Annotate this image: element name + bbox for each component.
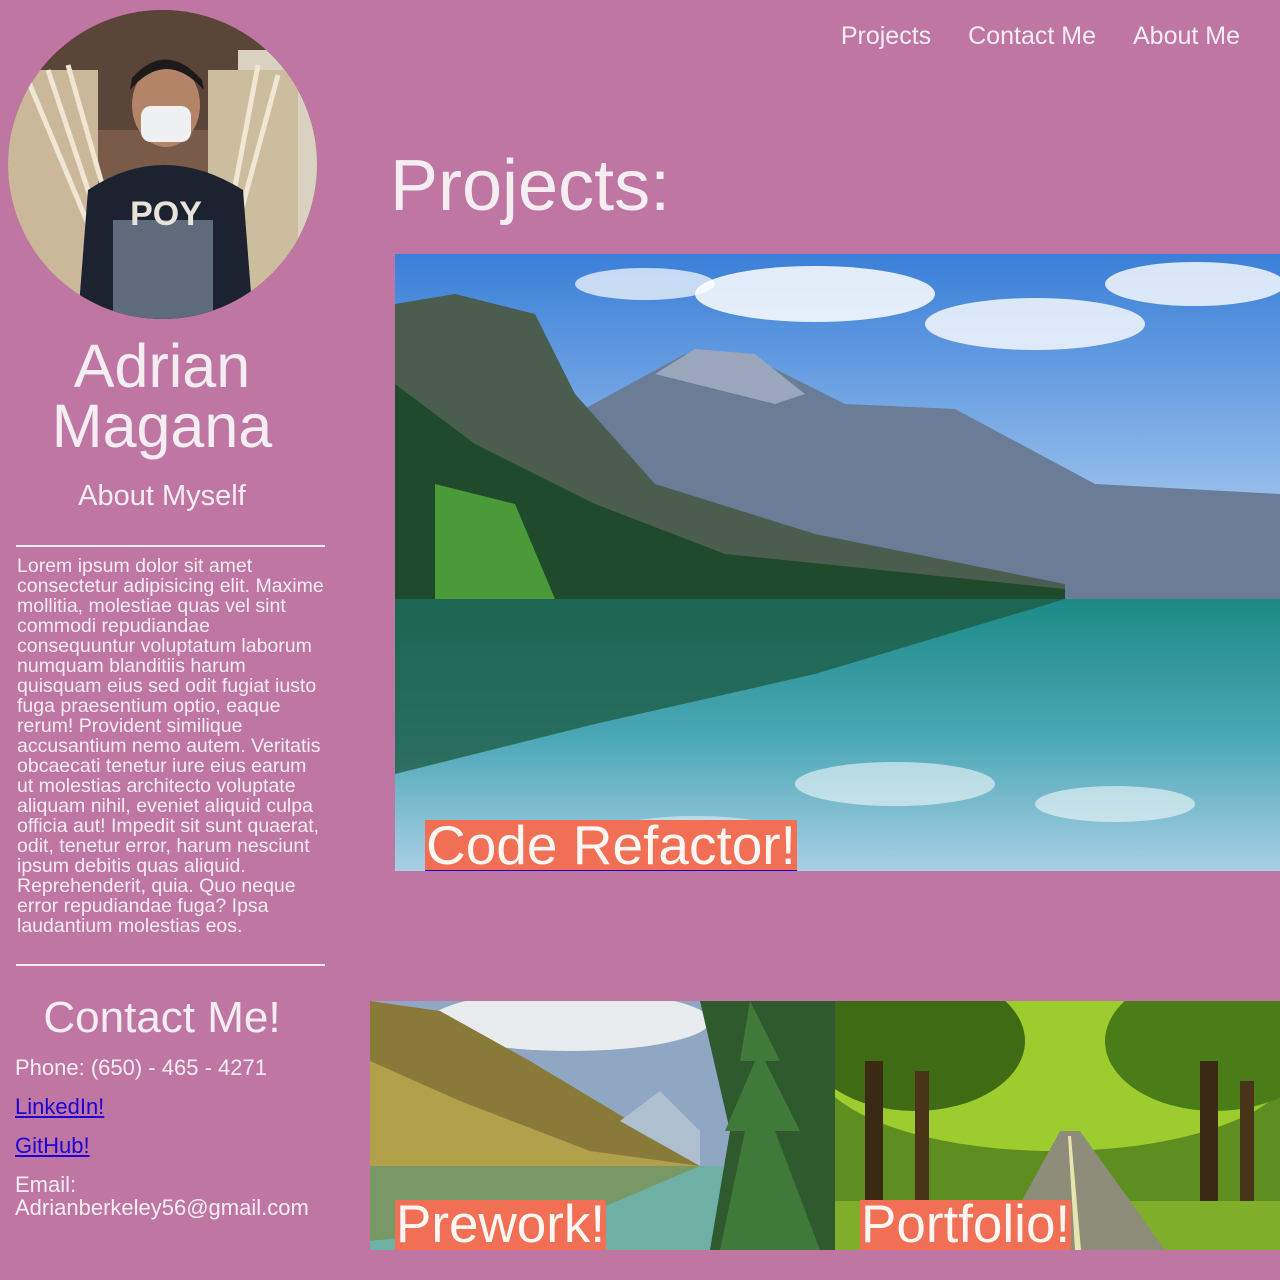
projects-heading: Projects:	[390, 146, 671, 226]
nav-projects-link[interactable]: Projects	[841, 22, 931, 51]
github-link[interactable]: GitHub!	[15, 1133, 90, 1158]
project-label: Portfolio!	[860, 1198, 1072, 1250]
linkedin-item: LinkedIn!	[15, 1095, 104, 1119]
lake-mountain-image	[395, 254, 1280, 871]
nav-contact-link[interactable]: Contact Me	[968, 22, 1096, 51]
project-card-portfolio[interactable]: Portfolio!	[835, 1001, 1280, 1250]
github-item: GitHub!	[15, 1134, 90, 1158]
about-heading: About Myself	[78, 480, 246, 512]
profile-photo: POY	[8, 10, 317, 319]
project-card-code-refactor[interactable]: Code Refactor!	[395, 254, 1280, 871]
nav-about-link[interactable]: About Me	[1133, 22, 1240, 51]
email-address: Adrianberkeley56@gmail.com	[15, 1195, 309, 1220]
profile-name: Adrian Magana	[51, 332, 273, 460]
divider	[16, 964, 325, 966]
linkedin-link[interactable]: LinkedIn!	[15, 1094, 104, 1119]
project-label: Code Refactor!	[425, 818, 797, 871]
contact-heading: Contact Me!	[43, 993, 281, 1042]
divider	[16, 545, 325, 547]
email-label: Email:	[15, 1172, 77, 1197]
project-label: Prework!	[395, 1198, 607, 1250]
project-card-prework[interactable]: Prework!	[370, 1001, 835, 1250]
svg-text:POY: POY	[130, 195, 202, 233]
about-text: Lorem ipsum dolor sit amet consectetur a…	[17, 555, 324, 937]
top-nav: Projects Contact Me About Me	[841, 22, 1240, 51]
phone-number: Phone: (650) - 465 - 4271	[15, 1055, 267, 1080]
